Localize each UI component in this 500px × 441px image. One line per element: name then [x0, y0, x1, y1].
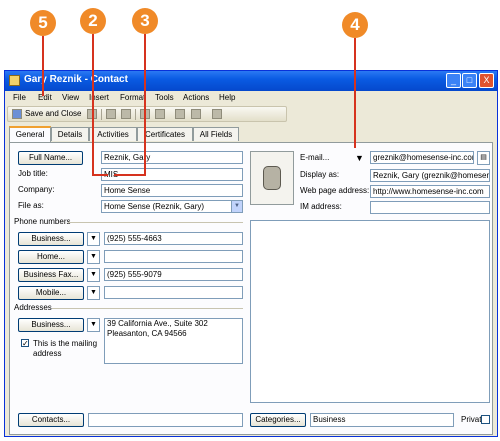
- callout-2-leader: [92, 34, 94, 176]
- email-field[interactable]: greznik@homesense-inc.com: [370, 151, 474, 164]
- attach-icon[interactable]: [106, 109, 116, 119]
- phone-business-fax-field[interactable]: (925) 555-9079: [104, 268, 243, 281]
- phone-mobile-field[interactable]: [104, 286, 243, 299]
- categories-button[interactable]: Categories...: [250, 413, 306, 427]
- company-label: Company:: [18, 185, 55, 194]
- email-button[interactable]: E-mail...: [299, 151, 347, 165]
- job-title-label: Job title:: [18, 169, 48, 178]
- minimize-button[interactable]: _: [446, 73, 461, 88]
- callout-5: 5: [30, 10, 56, 36]
- file-as-combo[interactable]: Home Sense (Reznik, Gary) ▼: [101, 200, 243, 213]
- callout-3-leader: [144, 34, 146, 176]
- window-title: Gary Reznik - Contact: [24, 74, 128, 85]
- notes-area[interactable]: [250, 220, 490, 403]
- phone-home-button[interactable]: Home...: [18, 250, 84, 264]
- mailing-address-label-line2: address: [33, 349, 62, 358]
- im-address-field[interactable]: [370, 201, 490, 214]
- toolbar-separator: [135, 109, 136, 120]
- chevron-down-icon[interactable]: ▼: [231, 201, 242, 212]
- save-and-close-button[interactable]: Save and Close: [25, 109, 81, 118]
- title-bar[interactable]: Gary Reznik - Contact _ □ X: [5, 71, 497, 91]
- general-panel: Full Name... Reznik, Gary Job title: MIS…: [9, 142, 493, 435]
- maximize-button[interactable]: □: [462, 73, 477, 88]
- file-as-value: Home Sense (Reznik, Gary): [104, 202, 205, 211]
- address-line-1: 39 California Ave., Suite 302: [107, 319, 208, 328]
- standard-toolbar: Save and Close: [7, 106, 287, 122]
- menu-help[interactable]: Help: [219, 93, 235, 102]
- web-page-address-label: Web page address:: [300, 186, 370, 195]
- phone-numbers-heading: Phone numbers: [14, 217, 71, 226]
- callout-3: 3: [132, 8, 158, 34]
- private-checkbox[interactable]: [481, 415, 490, 424]
- flag-icon[interactable]: [121, 109, 131, 119]
- contact-photo-icon: [263, 166, 281, 190]
- contacts-field[interactable]: [88, 413, 243, 427]
- mailing-address-checkbox[interactable]: ✓: [21, 339, 29, 348]
- close-button[interactable]: X: [479, 73, 494, 88]
- section-divider: [52, 308, 243, 309]
- contact-window: Gary Reznik - Contact _ □ X File Edit Vi…: [4, 70, 498, 437]
- contact-photo-button[interactable]: [250, 151, 294, 205]
- address-book-icon[interactable]: ▤: [477, 151, 490, 165]
- toolbar-separator: [101, 109, 102, 120]
- categories-field[interactable]: Business: [310, 413, 454, 427]
- callout-4: 4: [342, 12, 368, 38]
- chevron-down-icon[interactable]: ▼: [353, 151, 366, 165]
- save-icon: [12, 109, 22, 119]
- chevron-down-icon[interactable]: ▼: [87, 286, 100, 300]
- phone-business-button[interactable]: Business...: [18, 232, 84, 246]
- section-divider: [68, 222, 243, 223]
- callout-5-leader: [42, 36, 44, 96]
- contacts-button[interactable]: Contacts...: [18, 413, 84, 427]
- callout-2: 2: [80, 8, 106, 34]
- address-field[interactable]: 39 California Ave., Suite 302 Pleasanton…: [104, 318, 243, 364]
- company-field[interactable]: Home Sense: [101, 184, 243, 197]
- tab-details[interactable]: Details: [51, 127, 89, 141]
- callout-2-leader-elbow: [92, 174, 108, 176]
- tab-all-fields[interactable]: All Fields: [193, 127, 239, 141]
- next-icon[interactable]: [191, 109, 201, 119]
- full-name-button[interactable]: Full Name...: [18, 151, 83, 165]
- chevron-down-icon[interactable]: ▼: [87, 250, 100, 264]
- delete-icon[interactable]: [155, 109, 165, 119]
- tab-activities[interactable]: Activities: [89, 127, 137, 141]
- chevron-down-icon[interactable]: ▼: [87, 318, 100, 332]
- chevron-down-icon[interactable]: ▼: [87, 268, 100, 282]
- display-as-field[interactable]: Reznik, Gary (greznik@homesense-in: [370, 169, 490, 182]
- chevron-down-icon[interactable]: ▼: [87, 232, 100, 246]
- menu-edit[interactable]: Edit: [38, 93, 52, 102]
- address-line-2: Pleasanton, CA 94566: [107, 329, 187, 338]
- address-business-button[interactable]: Business...: [18, 318, 84, 332]
- contact-card-icon: [9, 75, 20, 86]
- web-page-address-field[interactable]: http://www.homesense-inc.com: [370, 185, 490, 198]
- callout-3-leader-elbow: [114, 174, 146, 176]
- menu-view[interactable]: View: [62, 93, 79, 102]
- previous-icon[interactable]: [175, 109, 185, 119]
- display-as-label: Display as:: [300, 170, 340, 179]
- phone-mobile-button[interactable]: Mobile...: [18, 286, 84, 300]
- menu-actions[interactable]: Actions: [183, 93, 209, 102]
- phone-home-field[interactable]: [104, 250, 243, 263]
- tab-general[interactable]: General: [9, 126, 51, 142]
- phone-business-fax-button[interactable]: Business Fax...: [18, 268, 84, 282]
- address-book-icon[interactable]: [212, 109, 222, 119]
- callout-4-leader: [354, 38, 356, 148]
- full-name-field[interactable]: Reznik, Gary: [101, 151, 243, 164]
- menu-format[interactable]: Format: [120, 93, 145, 102]
- addresses-heading: Addresses: [14, 303, 52, 312]
- menu-file[interactable]: File: [13, 93, 26, 102]
- menu-bar: File Edit View Insert Format Tools Actio…: [5, 91, 497, 105]
- file-as-label: File as:: [18, 201, 44, 210]
- im-address-label: IM address:: [300, 202, 342, 211]
- phone-business-field[interactable]: (925) 555-4663: [104, 232, 243, 245]
- mailing-address-label-line1: This is the mailing: [33, 339, 98, 348]
- menu-tools[interactable]: Tools: [155, 93, 174, 102]
